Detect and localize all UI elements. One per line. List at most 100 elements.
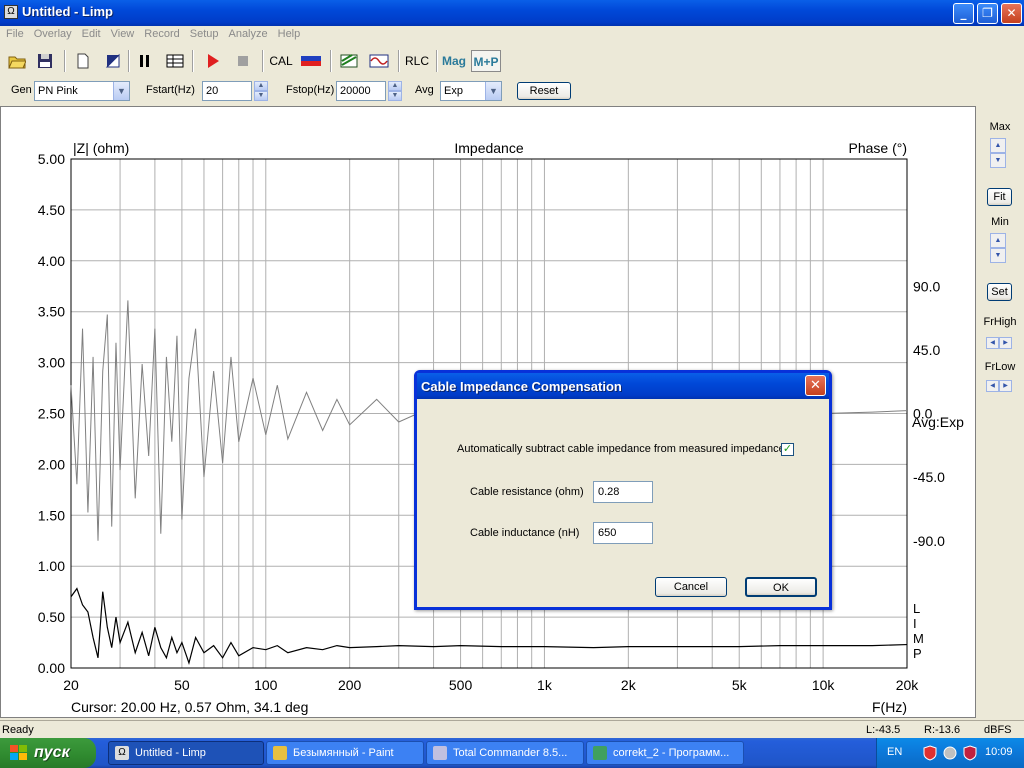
fstart-spinner[interactable]: ▲ ▼	[254, 81, 268, 101]
mag-phase-button[interactable]: M+P	[471, 50, 501, 72]
spin-down-icon[interactable]: ▼	[388, 91, 402, 101]
color-bar-icon[interactable]	[300, 50, 322, 72]
min-spinner[interactable]: ▲ ▼	[990, 233, 1006, 263]
task-limp[interactable]: Ω Untitled - Limp	[108, 741, 264, 765]
x-tick-label: 50	[174, 677, 190, 693]
chevron-down-icon[interactable]: ▼	[485, 82, 501, 100]
y-tick-label: 3.50	[38, 304, 65, 320]
chevron-right-icon[interactable]: ▶	[999, 380, 1012, 392]
fstop-input[interactable]: 20000	[336, 81, 386, 101]
antivirus-icon[interactable]	[943, 745, 957, 761]
chevron-down-icon[interactable]: ▼	[113, 82, 129, 100]
spin-up-icon[interactable]: ▲	[990, 138, 1006, 153]
reset-button[interactable]: Reset	[517, 82, 571, 100]
table-icon[interactable]	[164, 50, 186, 72]
task-label: Untitled - Limp	[135, 747, 206, 759]
limp-icon: Ω	[115, 746, 129, 760]
menu-file[interactable]: File	[0, 26, 28, 40]
spin-down-icon[interactable]: ▼	[990, 153, 1006, 168]
toolbar-separator	[192, 50, 194, 72]
menu-record[interactable]: Record	[138, 26, 183, 40]
fit-button[interactable]: Fit	[987, 188, 1012, 206]
start-button[interactable]: пуск	[0, 738, 96, 768]
toolbar: CAL RLC Mag M+P	[0, 46, 1024, 76]
limp-letter: I	[913, 616, 917, 631]
ok-button[interactable]: OK	[745, 577, 817, 597]
y-tick-label: 2.50	[38, 406, 65, 422]
menu-overlay[interactable]: Overlay	[28, 26, 76, 40]
minimize-button[interactable]: _	[953, 3, 974, 24]
chevron-left-icon[interactable]: ◀	[986, 380, 999, 392]
start-label: пуск	[34, 744, 70, 761]
status-ready: Ready	[2, 724, 34, 736]
system-tray: EN 10:09	[876, 738, 1024, 768]
image-icon	[593, 746, 607, 760]
rlc-button[interactable]: RLC	[404, 50, 430, 72]
stop-icon[interactable]	[232, 50, 254, 72]
y-right-tick-label: -45.0	[913, 469, 945, 485]
chevron-left-icon[interactable]: ◀	[986, 337, 999, 349]
mag-button[interactable]: Mag	[441, 50, 467, 72]
window-title-bar: Ω Untitled - Limp _ ❐ ✕	[0, 0, 1024, 26]
set-button[interactable]: Set	[987, 283, 1012, 301]
menu-help[interactable]: Help	[272, 26, 305, 40]
cancel-button[interactable]: Cancel	[655, 577, 727, 597]
gen-select-value: PN Pink	[38, 85, 78, 97]
waveform-icon[interactable]	[368, 50, 390, 72]
status-bar: Ready L:-43.5 R:-13.6 dBFS	[0, 720, 1024, 738]
security-icon[interactable]	[963, 745, 977, 761]
task-label: Безымянный - Paint	[293, 747, 394, 759]
shield-icon[interactable]	[923, 745, 937, 761]
overlay-icon[interactable]	[102, 50, 124, 72]
new-page-icon[interactable]	[72, 50, 94, 72]
fstart-input[interactable]: 20	[202, 81, 252, 101]
task-paint[interactable]: Безымянный - Paint	[266, 741, 424, 765]
menu-edit[interactable]: Edit	[76, 26, 105, 40]
frhigh-label: FrHigh	[983, 316, 1017, 328]
avg-annotation: Avg:Exp	[912, 414, 964, 430]
avg-select[interactable]: Exp ▼	[440, 81, 502, 101]
maximize-button[interactable]: ❐	[977, 3, 998, 24]
chevron-right-icon[interactable]: ▶	[999, 337, 1012, 349]
pause-icon[interactable]	[134, 50, 156, 72]
status-unit: dBFS	[984, 724, 1012, 736]
windows-logo-icon	[10, 745, 27, 760]
dialog-close-icon[interactable]: ✕	[805, 375, 826, 396]
frhigh-spinner[interactable]: ◀ ▶	[986, 335, 1012, 349]
spin-up-icon[interactable]: ▲	[388, 81, 402, 91]
fstop-spinner[interactable]: ▲ ▼	[388, 81, 402, 101]
open-folder-icon[interactable]	[6, 50, 28, 72]
spin-up-icon[interactable]: ▲	[990, 233, 1006, 248]
frlow-spinner[interactable]: ◀ ▶	[986, 378, 1012, 392]
menu-bar: File Overlay Edit View Record Setup Analyze Hel…	[0, 26, 1024, 44]
cable-inductance-input[interactable]: 650	[593, 522, 653, 544]
y-tick-label: 0.50	[38, 609, 65, 625]
cable-resistance-input[interactable]: 0.28	[593, 481, 653, 503]
spin-down-icon[interactable]: ▼	[990, 248, 1006, 263]
x-tick-label: 1k	[537, 677, 553, 693]
gen-select[interactable]: PN Pink ▼	[34, 81, 130, 101]
spin-down-icon[interactable]: ▼	[254, 91, 268, 101]
x-tick-label: 500	[449, 677, 473, 693]
save-icon[interactable]	[34, 50, 56, 72]
max-spinner[interactable]: ▲ ▼	[990, 138, 1006, 168]
toolbar-separator	[330, 50, 332, 72]
cal-button[interactable]: CAL	[268, 50, 294, 72]
menu-view[interactable]: View	[105, 26, 139, 40]
menu-analyze[interactable]: Analyze	[222, 26, 271, 40]
task-correkt[interactable]: correkt_2 - Программ...	[586, 741, 744, 765]
cable-resistance-label: Cable resistance (ohm)	[470, 486, 584, 498]
y-tick-label: 5.00	[38, 151, 65, 167]
task-total-commander[interactable]: Total Commander 8.5...	[426, 741, 584, 765]
spin-up-icon[interactable]: ▲	[254, 81, 268, 91]
filter-icon[interactable]	[338, 50, 360, 72]
auto-subtract-checkbox[interactable]: ✓	[781, 443, 794, 456]
play-icon[interactable]	[202, 50, 224, 72]
toolbar-separator	[436, 50, 438, 72]
language-indicator[interactable]: EN	[887, 746, 902, 758]
fstop-value: 20000	[340, 85, 371, 97]
window-title: Untitled - Limp	[22, 4, 113, 19]
menu-setup[interactable]: Setup	[184, 26, 223, 40]
close-button[interactable]: ✕	[1001, 3, 1022, 24]
fstop-label: Fstop(Hz)	[286, 84, 335, 96]
